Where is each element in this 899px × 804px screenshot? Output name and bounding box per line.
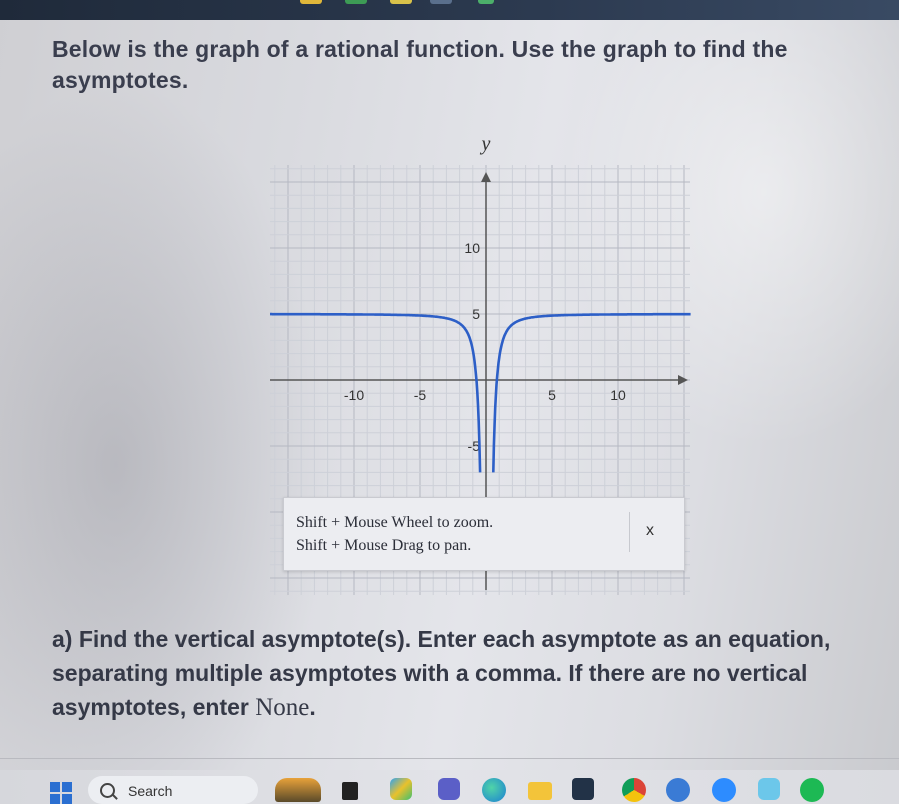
tab-indicator[interactable] [300,0,322,4]
y-tick-label: 5 [472,306,480,322]
teams-icon[interactable] [438,778,460,800]
y-axis-arrow [481,172,491,182]
app-icon[interactable] [666,778,690,802]
windows-taskbar: Search [0,770,899,804]
tooltip-zoom-hint: Shift + Mouse Wheel to zoom. [296,514,494,531]
browser-tab-strip [0,0,899,20]
divider [0,758,899,759]
taskbar-search[interactable]: Search [88,776,258,804]
tooltip-close-button[interactable]: x [646,522,654,540]
file-explorer-icon[interactable] [528,782,552,800]
search-icon [100,783,115,798]
part-a-text: a) Find the vertical asymptote(s). Enter… [52,626,831,720]
snipping-icon[interactable] [758,778,780,800]
taskbar-search-label: Search [128,783,173,799]
tooltip-pan-hint: Shift + Mouse Drag to pan. [296,537,472,554]
x-tick-label: -10 [344,387,364,403]
x-tick-label: 10 [610,387,626,403]
weather-icon[interactable] [275,778,321,802]
tab-indicator[interactable] [478,0,494,4]
x-tick-label: 5 [548,387,556,403]
part-a-period: . [309,694,316,720]
zoom-help-tooltip: Shift + Mouse Wheel to zoom. Shift + Mou… [283,497,685,571]
y-tick-label: 10 [464,240,480,256]
tab-indicator[interactable] [345,0,367,4]
task-view-icon[interactable] [342,782,358,800]
tab-indicator[interactable] [430,0,452,4]
spotify-icon[interactable] [800,778,824,802]
tooltip-divider [629,512,630,552]
y-axis-label: y [480,133,491,155]
part-a-question: a) Find the vertical asymptote(s). Enter… [52,622,892,725]
edge-icon[interactable] [482,778,506,802]
zoom-icon[interactable] [712,778,736,802]
copilot-icon[interactable] [390,778,412,800]
question-prompt: Below is the graph of a rational functio… [52,36,788,93]
store-icon[interactable] [572,778,594,800]
tab-indicator[interactable] [390,0,412,4]
x-tick-label: -5 [414,387,427,403]
x-axis-arrow [678,375,688,385]
windows-start-icon[interactable] [50,782,74,804]
none-keyword: None [255,694,310,721]
chrome-icon[interactable] [622,778,646,802]
